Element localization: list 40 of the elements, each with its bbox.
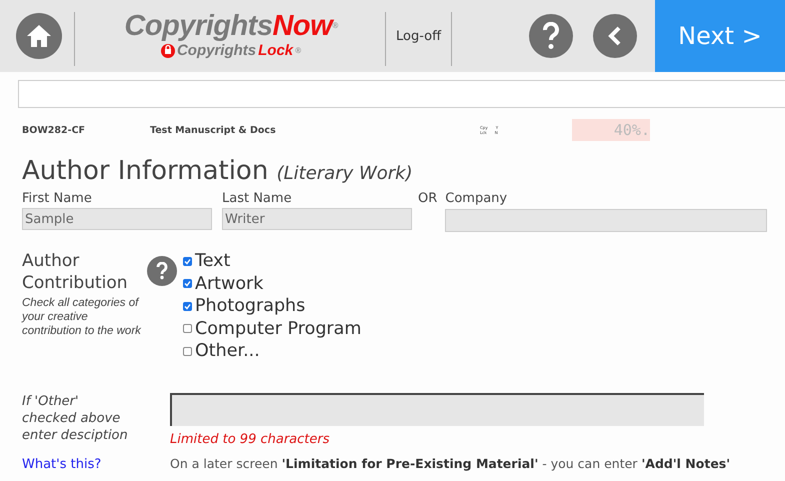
description-field[interactable] bbox=[170, 392, 704, 426]
checkbox-label: Other... bbox=[195, 340, 260, 362]
field-label: First Name bbox=[22, 191, 93, 206]
field-label: Company bbox=[445, 191, 508, 206]
checkbox[interactable] bbox=[183, 279, 192, 288]
chevron-left-icon bbox=[608, 26, 622, 46]
first-name-field[interactable]: Sample bbox=[22, 208, 212, 230]
lock-icon bbox=[160, 43, 175, 58]
or-label: OR bbox=[418, 191, 438, 208]
input-field[interactable] bbox=[18, 80, 785, 108]
checkbox-label: Computer Program bbox=[195, 318, 362, 340]
help-link[interactable]: What's this? bbox=[22, 456, 170, 472]
last-name-field[interactable]: Writer bbox=[222, 208, 412, 230]
back-button[interactable] bbox=[593, 14, 637, 58]
project-code: BOW282-CF bbox=[22, 124, 86, 136]
logoff-link[interactable]: Log-off bbox=[386, 0, 452, 72]
company-field[interactable] bbox=[445, 209, 768, 232]
section-label: Author Contribution bbox=[22, 250, 129, 294]
logo: CopyrightsNow® CopyrightsLock® bbox=[123, 9, 340, 61]
section-title: Author Information (Literary Work) bbox=[22, 156, 414, 188]
checkbox[interactable] bbox=[183, 256, 192, 266]
home-button[interactable] bbox=[16, 13, 62, 59]
checkbox[interactable] bbox=[183, 346, 192, 356]
project-title: Test Manuscript & Docs bbox=[150, 124, 277, 136]
next-button[interactable]: Next > bbox=[655, 0, 785, 72]
help-button[interactable] bbox=[529, 14, 573, 58]
checkbox-label: Photographs bbox=[195, 295, 306, 318]
checkbox-label: Text bbox=[195, 250, 230, 272]
checkbox[interactable] bbox=[183, 324, 192, 334]
checkbox[interactable] bbox=[183, 302, 192, 311]
progress-percent: 40%. bbox=[572, 119, 650, 141]
help-icon bbox=[542, 22, 560, 50]
limit-note: Limited to 99 characters bbox=[170, 432, 330, 446]
help-icon[interactable] bbox=[147, 256, 177, 286]
info-note: On a later screen 'Limitation for Pre-Existing Material' - you can enter 'Add'l Notes' bbox=[170, 456, 730, 470]
field-label: If 'Other' checked above enter desciption bbox=[22, 392, 129, 444]
home-icon bbox=[26, 24, 52, 48]
hint-text: Check all categories of your creative contribution to the work bbox=[22, 296, 142, 338]
field-label: Last Name bbox=[222, 191, 293, 206]
checkbox-label: Artwork bbox=[195, 272, 264, 295]
